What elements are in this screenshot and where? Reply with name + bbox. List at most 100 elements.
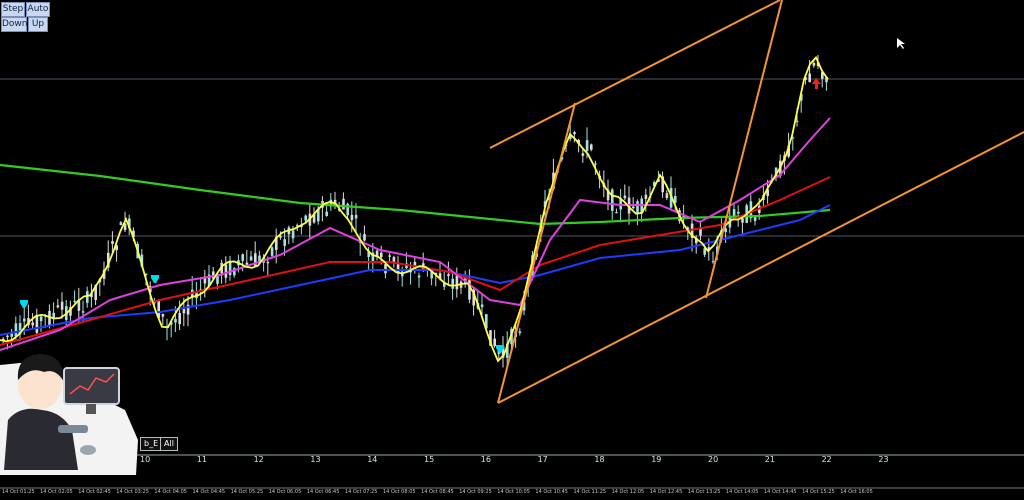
time-label: 14 Oct 10:45 (535, 489, 568, 495)
time-label: 14 Oct 12:05 (611, 489, 645, 495)
hour-label: 22 (821, 455, 832, 464)
candle-body (636, 201, 639, 214)
candle-body (270, 247, 274, 256)
time-label: 14 Oct 12:45 (649, 489, 683, 495)
candle-body (644, 194, 648, 199)
hour-label: 20 (708, 455, 719, 464)
candle-body (417, 275, 421, 278)
down-button[interactable]: Down (1, 17, 28, 32)
candle-body (86, 291, 89, 303)
candle-body (737, 211, 740, 214)
all-tag-button[interactable]: All (160, 437, 178, 451)
time-label: 14 Oct 04:45 (192, 489, 226, 495)
hour-label: 10 (140, 455, 151, 464)
candle-body (23, 318, 26, 322)
up-button[interactable]: Up (28, 17, 48, 32)
time-label: 14 Oct 16:05 (840, 489, 873, 495)
candle-body (111, 241, 114, 244)
time-label: 14 Oct 08:45 (421, 489, 454, 495)
candle-body (724, 228, 727, 233)
candle-body (39, 316, 43, 322)
candle-body (455, 275, 459, 290)
candle-body (581, 153, 585, 156)
candle-body (342, 198, 345, 210)
candle-body (812, 62, 816, 66)
candle-body (594, 163, 597, 165)
candle-body (31, 322, 34, 326)
candle-body (795, 120, 799, 122)
time-label: 14 Oct 08:05 (383, 489, 416, 495)
hour-label: 14 (367, 455, 378, 464)
candle-body (258, 255, 261, 262)
candle-body (388, 255, 391, 257)
candle-body (14, 323, 18, 337)
time-label: 14 Oct 06:45 (306, 489, 340, 495)
time-label: 14 Oct 13:25 (687, 489, 721, 495)
hour-label: 23 (878, 455, 889, 464)
hour-label: 13 (310, 455, 321, 464)
hour-label: 16 (480, 455, 491, 464)
candle-body (632, 206, 635, 209)
time-label: 14 Oct 14:45 (764, 489, 797, 495)
candle-body (384, 264, 387, 274)
candle-body (808, 73, 811, 83)
time-label: 14 Oct 07:25 (344, 489, 378, 495)
hour-label: 17 (537, 455, 548, 464)
time-label: 14 Oct 03:25 (116, 489, 149, 495)
candle-body (161, 314, 165, 317)
time-label: 14 Oct 10:05 (497, 489, 530, 495)
candle-body (174, 318, 177, 323)
candle-body (119, 222, 123, 226)
object-label-tag[interactable]: b_E (140, 437, 163, 451)
candle-body (518, 331, 522, 334)
candle-body (623, 195, 627, 199)
candle-body (590, 144, 593, 150)
candle-body (585, 140, 589, 151)
time-label: 14 Oct 04:05 (154, 489, 187, 495)
candle-body (73, 300, 76, 302)
candle-body (392, 257, 396, 262)
candle-body (699, 228, 702, 236)
candle-body (753, 216, 757, 221)
candle-body (35, 314, 39, 333)
candle-body (178, 313, 181, 325)
candle-body (493, 338, 496, 347)
time-label: 14 Oct 06:05 (268, 489, 302, 495)
mascot-illustration (0, 354, 138, 475)
candle-body (182, 308, 186, 314)
candle-body (304, 215, 307, 221)
candle-body (711, 261, 715, 263)
hour-label: 11 (196, 455, 207, 464)
candle-body (665, 193, 669, 199)
time-label: 14 Oct 14:05 (725, 489, 759, 495)
candle-body (741, 218, 744, 223)
time-label: 14 Oct 05:25 (230, 489, 264, 495)
time-label: 14 Oct 15:25 (802, 489, 835, 495)
time-label: 14 Oct 02:05 (40, 489, 73, 495)
candle-body (241, 254, 244, 261)
candle-body (375, 250, 379, 256)
candle-body (615, 212, 618, 214)
candle-body (224, 264, 228, 278)
candle-body (350, 214, 354, 221)
candle-body (266, 261, 270, 264)
time-label: 14 Oct 11:25 (573, 489, 607, 495)
candle-body (447, 274, 450, 277)
candle-body (480, 304, 484, 308)
step-button[interactable]: Step (1, 2, 25, 17)
price-chart[interactable] (0, 0, 1024, 500)
candle-body (283, 239, 286, 246)
hour-label: 21 (764, 455, 775, 464)
hour-label: 19 (651, 455, 662, 464)
time-label: 14 Oct 09:25 (459, 489, 492, 495)
hour-label: 15 (424, 455, 435, 464)
candle-body (56, 305, 60, 308)
candle-body (354, 214, 358, 219)
auto-button[interactable]: Auto (26, 2, 50, 17)
candle-body (573, 132, 576, 135)
candle-body (380, 252, 383, 258)
candle-body (60, 301, 64, 310)
time-label: 14 Oct 02:45 (78, 489, 111, 495)
candle-body (52, 312, 55, 318)
candle-body (291, 230, 295, 239)
